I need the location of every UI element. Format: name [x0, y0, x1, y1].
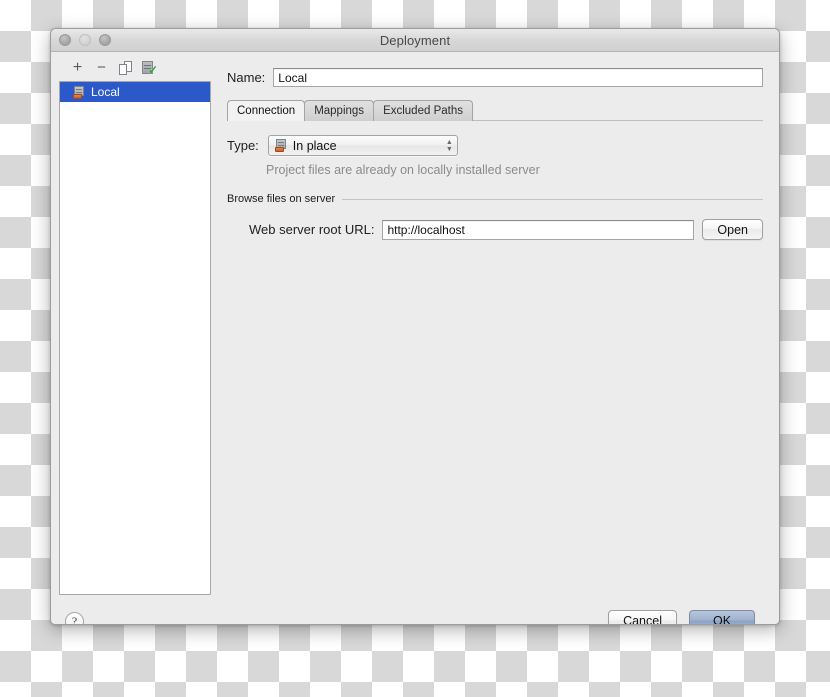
server-name-label: Local: [91, 85, 120, 99]
connection-tab-pane: Type: In place ▲ ▼ Project files are alre…: [227, 121, 763, 240]
group-separator: [342, 198, 763, 200]
plus-icon: +: [72, 59, 83, 76]
server-icon: [73, 85, 85, 99]
set-default-server-button[interactable]: ✓: [141, 60, 158, 77]
dialog-footer: ? Cancel OK: [51, 595, 779, 624]
type-select-value: In place: [292, 138, 337, 153]
browse-files-group-header: Browse files on server: [227, 193, 763, 205]
type-hint-text: Project files are already on locally ins…: [266, 163, 540, 177]
close-button[interactable]: [59, 34, 71, 46]
ok-button[interactable]: OK: [689, 610, 755, 624]
window-title: Deployment: [379, 32, 451, 48]
web-server-url-label: Web server root URL:: [249, 222, 375, 237]
name-row: Name: Local: [227, 68, 763, 87]
tab-connection[interactable]: Connection: [227, 100, 306, 121]
add-server-button[interactable]: +: [69, 60, 86, 77]
help-button[interactable]: ?: [65, 611, 84, 624]
type-row: Type: In place ▲ ▼: [227, 135, 763, 156]
type-label: Type:: [227, 138, 259, 153]
group-title: Browse files on server: [227, 193, 336, 205]
copy-pages-icon: [119, 61, 132, 75]
zoom-button[interactable]: [99, 34, 111, 46]
remove-server-button[interactable]: −: [93, 60, 110, 77]
web-server-url-row: Web server root URL: http://localhost Op…: [227, 219, 763, 240]
web-server-url-input[interactable]: http://localhost: [382, 219, 695, 240]
window-titlebar: Deployment: [51, 29, 779, 52]
tabs-container: Connection Mappings Excluded Paths: [227, 100, 763, 121]
name-label: Name:: [227, 70, 266, 85]
duplicate-server-button[interactable]: [117, 60, 134, 77]
minus-icon: −: [97, 59, 106, 76]
server-checkmark-icon: ✓: [142, 61, 158, 76]
tabstrip: Connection Mappings Excluded Paths: [227, 100, 763, 121]
list-item[interactable]: Local: [60, 82, 210, 102]
server-list-panel: + − ✓ Local: [59, 58, 211, 595]
cancel-button[interactable]: Cancel: [608, 610, 677, 624]
server-list-toolbar: + − ✓: [59, 58, 211, 78]
open-button[interactable]: Open: [702, 219, 763, 240]
server-list[interactable]: Local: [59, 81, 211, 595]
tab-mappings[interactable]: Mappings: [304, 100, 375, 121]
footer-actions: Cancel OK: [608, 610, 755, 624]
deployment-dialog: Deployment + − ✓ Local Name: Local Conne…: [50, 28, 780, 625]
dialog-body: + − ✓ Local Name: Local Connection Mappi…: [51, 52, 779, 595]
screenshot-canvas: Deployment + − ✓ Local Name: Local Conne…: [0, 0, 830, 697]
minimize-button[interactable]: [79, 34, 91, 46]
name-input[interactable]: Local: [273, 68, 763, 87]
window-controls: [59, 34, 111, 46]
server-icon: [274, 139, 287, 152]
tab-excluded-paths[interactable]: Excluded Paths: [373, 100, 473, 121]
stepper-arrows-icon: ▲ ▼: [445, 138, 453, 153]
type-select[interactable]: In place ▲ ▼: [267, 135, 458, 156]
server-settings-panel: Name: Local Connection Mappings Excluded…: [211, 52, 779, 595]
